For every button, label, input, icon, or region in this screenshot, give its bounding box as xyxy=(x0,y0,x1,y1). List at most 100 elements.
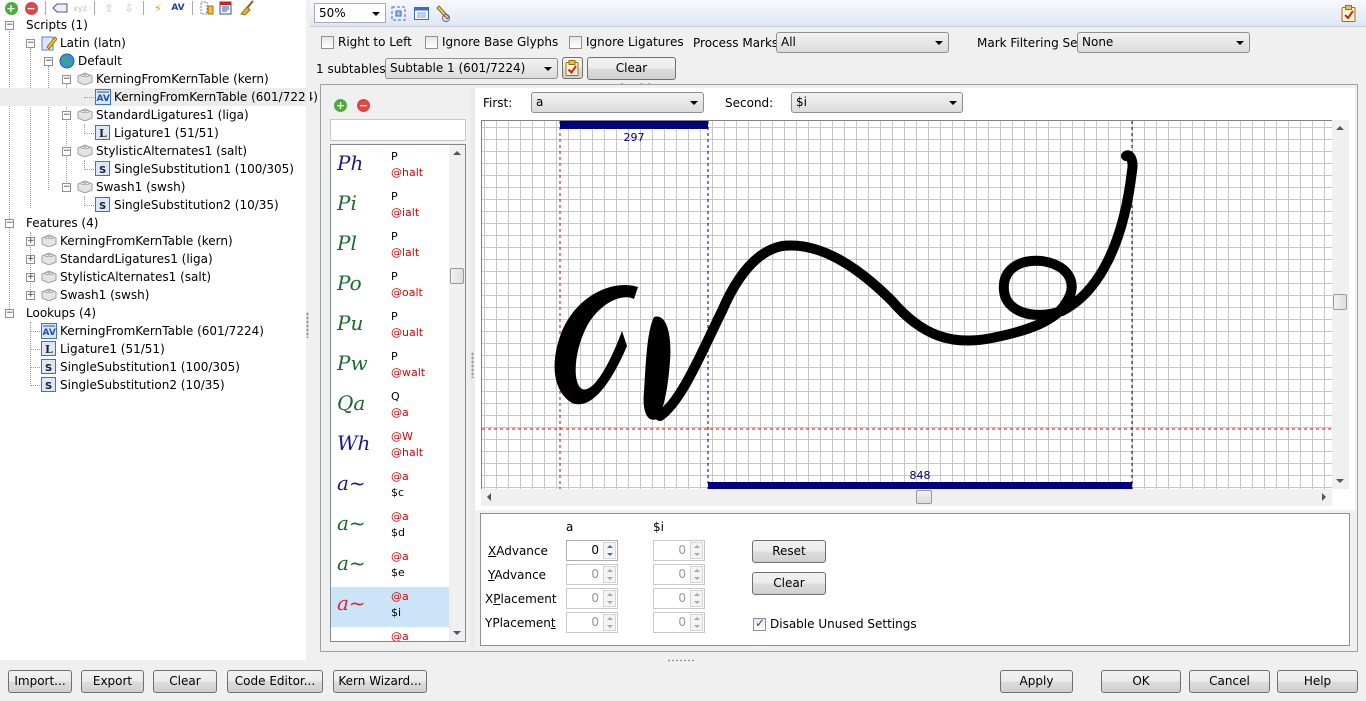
zoom-select[interactable]: 50% xyxy=(314,3,386,23)
scroll-down-icon[interactable] xyxy=(1336,479,1344,483)
scroll-down-icon[interactable] xyxy=(453,631,461,635)
add-icon[interactable]: + xyxy=(3,0,19,16)
pair-list-item[interactable]: Po P @oalt xyxy=(331,267,449,307)
collapse-icon[interactable]: − xyxy=(5,309,14,318)
collapse-icon[interactable]: − xyxy=(62,147,71,156)
broom-icon[interactable] xyxy=(239,0,255,16)
horizontal-splitter-grip[interactable] xyxy=(667,659,695,662)
canvas-horizontal-scrollbar[interactable] xyxy=(481,489,1332,506)
export-button[interactable]: Export xyxy=(81,670,144,693)
pair-list-item[interactable]: Pu P @ualt xyxy=(331,307,449,347)
tree-node-lookup[interactable]: AV KerningFromKernTable (601/7224) xyxy=(0,322,306,340)
collapse-icon[interactable]: − xyxy=(5,219,14,228)
scroll-thumb[interactable] xyxy=(1333,294,1347,310)
report-icon[interactable] xyxy=(219,0,235,16)
spin-arrows-icon[interactable] xyxy=(603,590,616,607)
collapse-icon[interactable]: − xyxy=(62,183,71,192)
collapse-icon[interactable]: − xyxy=(62,75,71,84)
add-pair-icon[interactable]: + xyxy=(334,99,347,112)
spin-arrows-icon[interactable] xyxy=(603,614,616,631)
remove-pair-icon[interactable]: − xyxy=(357,99,370,112)
clear-subtable-button[interactable]: Clear Subtable xyxy=(587,57,676,96)
checkbox-box[interactable] xyxy=(569,35,582,49)
ok-button[interactable]: OK xyxy=(1101,670,1181,693)
second-yadvance-spinner[interactable]: 0 xyxy=(653,564,705,585)
pair-list-item[interactable]: Pl P @lalt xyxy=(331,227,449,267)
scroll-thumb[interactable] xyxy=(450,268,464,284)
pair-list-item[interactable]: Pi P @ialt xyxy=(331,187,449,227)
tree-node-features[interactable]: − Features (4) xyxy=(0,214,306,232)
expand-icon[interactable]: + xyxy=(26,255,35,264)
spin-arrows-icon[interactable] xyxy=(690,542,703,559)
disable-unused-checkbox[interactable]: Disable Unused Settings xyxy=(753,616,917,631)
second-glyph-select[interactable]: $i xyxy=(791,92,963,113)
kern-wizard-button[interactable]: Kern Wizard... xyxy=(333,670,427,693)
first-glyph-select[interactable]: a xyxy=(531,92,704,113)
collapse-icon[interactable]: − xyxy=(62,111,71,120)
tree-node-feature[interactable]: − Swash1 (swsh) xyxy=(0,178,306,196)
clear-button[interactable]: Clear xyxy=(153,670,217,693)
import-button[interactable]: Import... xyxy=(8,670,72,693)
pair-list-item[interactable]: Ph P @halt xyxy=(331,147,449,187)
collapse-icon[interactable]: − xyxy=(44,57,53,66)
tree-node-lookup[interactable]: S SingleSubstitution2 (10/35) xyxy=(0,196,306,214)
tree-node-feature[interactable]: − KerningFromKernTable (kern) xyxy=(0,70,306,88)
fit-view-icon[interactable] xyxy=(391,6,406,24)
scroll-thumb[interactable] xyxy=(916,490,932,504)
reset-button[interactable]: Reset xyxy=(752,540,826,563)
pair-list-item[interactable]: Pw P @walt xyxy=(331,347,449,387)
spin-arrows-icon[interactable] xyxy=(603,542,616,559)
tree-node-default[interactable]: − Default xyxy=(0,52,306,70)
pair-list-item[interactable]: a~ @a $e xyxy=(331,547,449,587)
pencil-ruler-icon[interactable] xyxy=(436,5,452,25)
checkbox-box[interactable] xyxy=(753,616,766,631)
expand-icon[interactable]: + xyxy=(26,273,35,282)
tree-node-feature[interactable]: + StylisticAlternates1 (salt) xyxy=(0,268,306,286)
first-yplacement-spinner[interactable]: 0 xyxy=(566,612,618,633)
clipboard-check-icon[interactable] xyxy=(1341,5,1357,25)
clear-values-button[interactable]: Clear xyxy=(752,572,826,595)
tag-icon[interactable] xyxy=(52,0,68,16)
scroll-up-icon[interactable] xyxy=(453,151,461,155)
spin-arrows-icon[interactable] xyxy=(690,566,703,583)
panel-icon[interactable] xyxy=(199,0,215,16)
second-yplacement-spinner[interactable]: 0 xyxy=(653,612,705,633)
scroll-right-icon[interactable] xyxy=(1322,493,1326,501)
tree-node-feature[interactable]: + KerningFromKernTable (kern) xyxy=(0,232,306,250)
tree-node-lookup[interactable]: S SingleSubstitution1 (100/305) xyxy=(0,160,306,178)
ignore-ligatures-checkbox[interactable]: Ignore Ligatures xyxy=(569,35,684,49)
remove-icon[interactable]: − xyxy=(23,0,39,16)
checkbox-box[interactable] xyxy=(425,35,438,49)
pair-list-scrollbar[interactable] xyxy=(449,145,465,641)
table-view-icon[interactable] xyxy=(414,7,429,23)
tree-node-lookup-selected[interactable]: AV KerningFromKernTable (601/7224) xyxy=(0,88,318,106)
expand-icon[interactable]: + xyxy=(26,237,35,246)
process-marks-select[interactable]: All xyxy=(776,32,949,53)
tree-node-latin[interactable]: − Latin (latn) xyxy=(0,34,306,52)
spin-arrows-icon[interactable] xyxy=(690,590,703,607)
tree-node-lookup[interactable]: S SingleSubstitution1 (100/305) xyxy=(0,358,306,376)
canvas-vertical-scrollbar[interactable] xyxy=(1332,120,1349,489)
pair-list-item[interactable]: a~ @a $d xyxy=(331,507,449,547)
tree-node-lookup[interactable]: S SingleSubstitution2 (10/35) xyxy=(0,376,306,394)
pair-list-item[interactable]: a~ @a $c xyxy=(331,467,449,507)
move-down-icon[interactable]: ⇩ xyxy=(121,0,137,16)
move-up-icon[interactable]: ⇧ xyxy=(101,0,117,16)
kern-lightning-icon[interactable]: AV xyxy=(170,0,186,16)
pair-search-input[interactable] xyxy=(330,119,466,141)
ignore-base-glyphs-checkbox[interactable]: Ignore Base Glyphs xyxy=(425,35,558,49)
mark-filtering-select[interactable]: None xyxy=(1077,32,1250,53)
pair-list-item[interactable]: a~ @a $i xyxy=(331,587,449,627)
tree-node-lookup[interactable]: L Ligature1 (51/51) xyxy=(0,340,306,358)
pair-list-item[interactable]: Qa Q @a xyxy=(331,387,449,427)
collapse-icon[interactable]: − xyxy=(5,21,14,30)
tree-node-lookups[interactable]: − Lookups (4) xyxy=(0,304,306,322)
spin-arrows-icon[interactable] xyxy=(603,566,616,583)
tree-node-feature[interactable]: + StandardLigatures1 (liga) xyxy=(0,250,306,268)
tree-node-scripts[interactable]: − Scripts (1) xyxy=(0,16,306,34)
tree-node-feature[interactable]: + Swash1 (swsh) xyxy=(0,286,306,304)
code-editor-button[interactable]: Code Editor... xyxy=(227,670,323,693)
pair-list-item[interactable]: ~ @a xyxy=(331,627,449,641)
second-xadvance-spinner[interactable]: 0 xyxy=(653,540,705,561)
subtable-properties-button[interactable] xyxy=(562,57,583,79)
